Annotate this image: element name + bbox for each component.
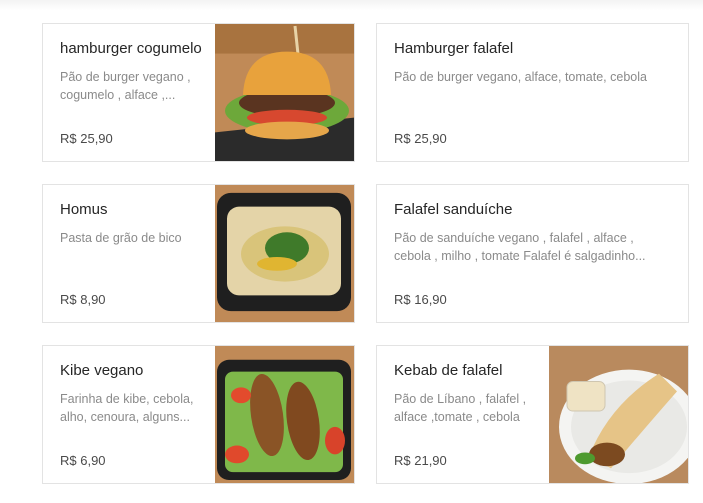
menu-item-falafel-sanduiche[interactable]: Falafel sanduíche Pão de sanduíche vegan… [376,184,689,323]
homus-photo [215,185,354,322]
kibe-photo [215,346,354,483]
menu-item-price: R$ 25,90 [60,131,113,146]
menu-item-text: Kibe vegano Farinha de kibe, cebola, alh… [60,360,202,471]
menu-item-description: Pão de Líbano , falafel , alface ,tomate… [394,392,527,424]
menu-item-description: Pasta de grão de bico [60,231,182,245]
menu-item-title: Kibe vegano [60,362,144,379]
menu-item-text: Falafel sanduíche Pão de sanduíche vegan… [394,199,674,310]
menu-item-title: Falafel sanduíche [394,201,513,218]
menu-item-price: R$ 8,90 [60,292,106,307]
menu-item-kibe-vegano[interactable]: Kibe vegano Farinha de kibe, cebola, alh… [42,345,355,484]
menu-item-text: Kebab de falafel Pão de Líbano , falafel… [394,360,536,471]
menu-item-title: Kebab de falafel [394,362,503,379]
menu-item-price: R$ 6,90 [60,453,106,468]
menu-item-description: Pão de burger vegano, alface, tomate, ce… [394,70,647,84]
menu-item-title: hamburger cogumelo [60,40,202,57]
burger-photo [215,24,354,161]
menu-item-hamburger-falafel[interactable]: Hamburger falafel Pão de burger vegano, … [376,23,689,162]
menu-item-description: Farinha de kibe, cebola, alho, cenoura, … [60,392,194,424]
menu-item-title: Hamburger falafel [394,40,514,57]
menu-item-description: Pão de sanduíche vegano , falafel , alfa… [394,231,646,263]
menu-item-text: Homus Pasta de grão de bico R$ 8,90 [60,199,202,310]
menu-item-title: Homus [60,201,108,218]
menu-item-text: Hamburger falafel Pão de burger vegano, … [394,38,674,149]
menu-item-price: R$ 25,90 [394,131,447,146]
menu-item-kebab-de-falafel[interactable]: Kebab de falafel Pão de Líbano , falafel… [376,345,689,484]
menu-item-text: hamburger cogumelo Pão de burger vegano … [60,38,202,149]
menu-item-homus[interactable]: Homus Pasta de grão de bico R$ 8,90 [42,184,355,323]
menu-item-price: R$ 21,90 [394,453,447,468]
menu-item-description: Pão de burger vegano , cogumelo , alface… [60,70,191,102]
menu-item-price: R$ 16,90 [394,292,447,307]
menu-item-hamburger-cogumelo[interactable]: hamburger cogumelo Pão de burger vegano … [42,23,355,162]
top-edge [0,0,703,10]
kebab-photo [549,346,688,483]
